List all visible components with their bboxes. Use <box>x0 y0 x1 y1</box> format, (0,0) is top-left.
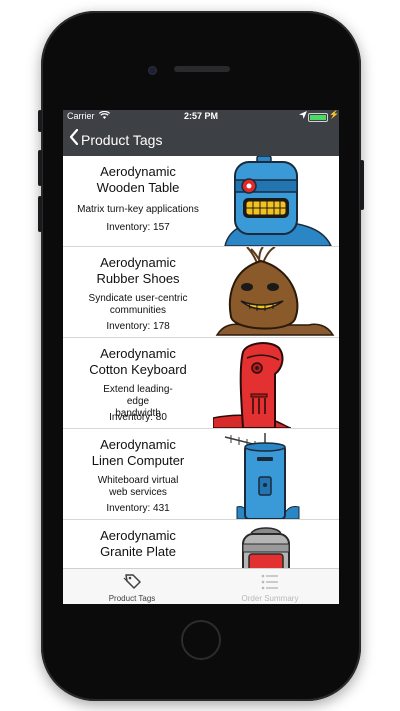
product-description: Matrix turn-key applications <box>77 204 199 215</box>
status-time: 2:57 PM <box>183 111 218 121</box>
power-button <box>360 160 364 210</box>
product-info: Aerodynamic Rubber Shoes Syndicate user-… <box>63 247 213 337</box>
tab-label: Product Tags <box>108 594 156 603</box>
app-screen: Carrier 2:57 PM ⚡ Product Tags Aerodynam… <box>63 110 339 604</box>
list-icon <box>258 573 282 591</box>
battery-icon <box>308 113 328 122</box>
product-info: Aerodynamic Granite Plate <box>63 520 213 568</box>
tab-product-tags[interactable]: Product Tags <box>63 569 201 604</box>
product-info: Aerodynamic Cotton Keyboard Extend leadi… <box>63 338 213 428</box>
status-bar: Carrier 2:57 PM ⚡ <box>63 110 339 124</box>
brown-sack-robot-image <box>213 247 339 337</box>
product-name: Aerodynamic Cotton Keyboard <box>89 346 187 377</box>
red-robot-image <box>213 338 339 428</box>
product-info: Aerodynamic Wooden Table Matrix turn-key… <box>63 156 213 246</box>
grey-robot-image <box>213 520 339 568</box>
product-info: Aerodynamic Linen Computer Whiteboard vi… <box>63 429 213 519</box>
list-item[interactable]: Aerodynamic Linen Computer Whiteboard vi… <box>63 429 339 520</box>
product-inventory: Inventory: 431 <box>106 503 170 514</box>
product-inventory: Inventory: 157 <box>106 222 170 233</box>
tag-icon <box>120 573 144 591</box>
nav-bar: Product Tags <box>63 127 339 153</box>
navigation-header: Carrier 2:57 PM ⚡ Product Tags <box>63 110 339 156</box>
product-description: Whiteboard virtual web services <box>97 475 179 498</box>
page-title[interactable]: Product Tags <box>81 131 162 149</box>
charging-bolt-icon: ⚡ <box>329 110 339 119</box>
location-arrow-icon <box>299 111 307 121</box>
blue-robot-grinning-image <box>213 156 339 246</box>
tab-bar: Product Tags Order Summary <box>63 568 339 604</box>
earpiece-speaker <box>174 66 230 72</box>
product-name: Aerodynamic Linen Computer <box>91 437 185 468</box>
product-name: Aerodynamic Wooden Table <box>96 164 180 195</box>
mute-switch <box>38 110 42 132</box>
product-inventory: Inventory: 80 <box>109 412 167 423</box>
product-list[interactable]: Aerodynamic Wooden Table Matrix turn-key… <box>63 156 339 568</box>
product-name: Aerodynamic Rubber Shoes <box>96 255 180 286</box>
product-name: Aerodynamic Granite Plate <box>100 528 176 559</box>
tab-label: Order Summary <box>241 594 299 603</box>
list-item[interactable]: Aerodynamic Rubber Shoes Syndicate user-… <box>63 247 339 338</box>
volume-up-button <box>38 150 42 186</box>
tab-order-summary[interactable]: Order Summary <box>201 569 339 604</box>
list-item[interactable]: Aerodynamic Cotton Keyboard Extend leadi… <box>63 338 339 429</box>
product-description: Syndicate user-centric communities <box>88 293 188 316</box>
back-chevron-icon[interactable] <box>69 128 79 151</box>
blue-antenna-robot-image <box>213 429 339 519</box>
home-button[interactable] <box>181 620 221 660</box>
volume-down-button <box>38 196 42 232</box>
list-item[interactable]: Aerodynamic Wooden Table Matrix turn-key… <box>63 156 339 247</box>
product-inventory: Inventory: 178 <box>106 321 170 332</box>
front-camera <box>148 66 157 75</box>
list-item[interactable]: Aerodynamic Granite Plate <box>63 520 339 568</box>
